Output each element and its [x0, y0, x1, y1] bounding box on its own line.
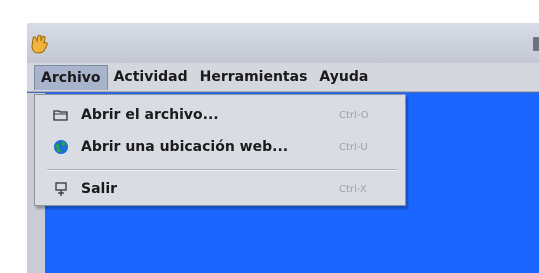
menu-item-open-file-shortcut: Ctrl-O [339, 109, 369, 121]
menu-item-open-file-label: Abrir el archivo... [81, 107, 219, 123]
menu-herramientas[interactable]: Herramientas [194, 65, 314, 89]
exit-icon [55, 182, 67, 196]
title-bar[interactable] [27, 23, 539, 63]
menu-separator [47, 169, 397, 171]
menu-ayuda[interactable]: Ayuda [313, 65, 374, 89]
archivo-dropdown-menu: Abrir el archivo... Ctrl-O Abrir una ubi… [34, 94, 406, 206]
title-bar-button[interactable] [533, 37, 539, 51]
menu-item-open-web-location-shortcut: Ctrl-U [339, 141, 368, 153]
menu-ayuda-label: Ayuda [319, 69, 369, 85]
menu-actividad-label: Actividad [113, 69, 188, 85]
menu-herramientas-label: Herramientas [199, 69, 308, 85]
menu-actividad[interactable]: Actividad [108, 65, 194, 89]
folder-open-icon [53, 110, 68, 121]
menu-archivo[interactable]: Archivo [34, 64, 108, 90]
menu-item-exit-label: Salir [81, 181, 118, 197]
menu-archivo-label: Archivo [41, 69, 101, 86]
menu-item-open-web-location-label: Abrir una ubicación web... [81, 139, 289, 155]
menu-item-exit-shortcut: Ctrl-X [339, 183, 367, 195]
app-logo-icon [31, 34, 48, 54]
menu-bar: Archivo Actividad Herramientas Ayuda [27, 63, 539, 92]
globe-icon [54, 140, 68, 154]
menu-item-open-file[interactable]: Abrir el archivo... Ctrl-O [35, 101, 405, 129]
menu-item-exit[interactable]: Salir Ctrl-X [35, 175, 405, 203]
menu-item-open-web-location[interactable]: Abrir una ubicación web... Ctrl-U [35, 133, 405, 161]
